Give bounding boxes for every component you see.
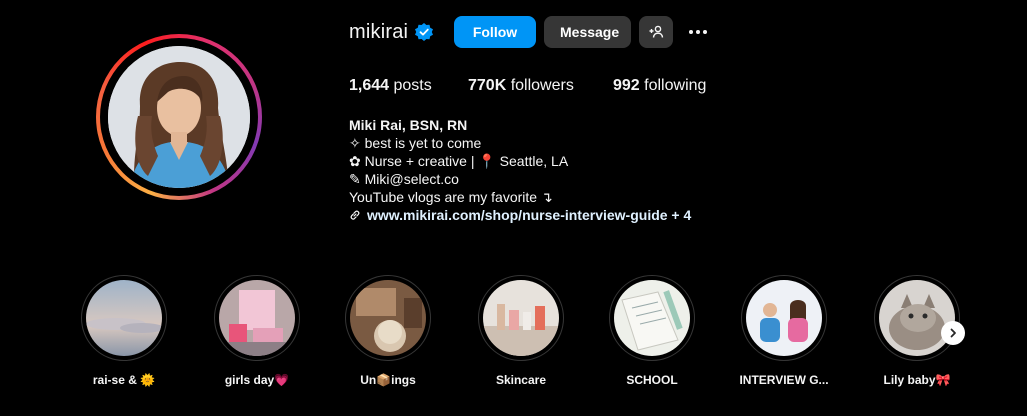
highlight-ring [741,275,827,361]
posts-count: 1,644 [349,77,390,94]
bio-link-row[interactable]: www.mikirai.com/shop/nurse-interview-gui… [349,206,691,224]
add-user-icon [649,25,664,38]
dot [696,30,700,34]
link-icon [350,210,360,220]
highlight-label: Lily baby🎀 [883,373,951,387]
bio: Miki Rai, BSN, RN ✧ best is yet to come … [349,116,691,224]
highlight-item[interactable]: girls day💗 [214,275,300,387]
highlight-label: Skincare [495,373,547,387]
highlight-item[interactable]: Skincare [478,275,564,387]
username: mikirai [349,20,409,43]
followers-label: followers [510,77,574,94]
highlight-ring [81,275,167,361]
profile-photo [108,46,250,188]
highlight-ring [214,275,300,361]
profile-header: mikirai [349,16,434,48]
highlight-item[interactable]: SCHOOL [609,275,695,387]
bio-link[interactable]: www.mikirai.com/shop/nurse-interview-gui… [367,207,691,223]
bio-line: ✎ Miki@select.co [349,171,459,187]
highlight-cover [483,280,559,356]
more-horizontal-icon [689,30,693,34]
highlight-ring [478,275,564,361]
profile-avatar-ring[interactable] [96,34,262,200]
posts-stat: 1,644 posts [349,77,432,95]
highlight-cover [614,280,690,356]
highlight-item[interactable]: Un📦ings [345,275,431,387]
highlight-cover [350,280,426,356]
bio-line: YouTube vlogs are my favorite ↴ [349,189,553,205]
highlight-label: SCHOOL [626,373,678,387]
highlight-item[interactable]: Lily baby🎀 [874,275,960,387]
following-stat[interactable]: 992 following [613,77,706,95]
highlight-item[interactable]: rai-se & 🌞 [81,275,167,387]
bio-line: ✿ Nurse + creative | 📍 Seattle, LA [349,153,569,169]
highlight-label: rai-se & 🌞 [92,373,156,387]
followers-stat[interactable]: 770K followers [468,77,574,95]
more-options-button[interactable] [684,16,712,48]
following-count: 992 [613,77,640,94]
highlight-label: Un📦ings [360,373,416,387]
following-label: following [644,77,707,94]
highlights-next-button[interactable] [941,321,965,345]
highlight-ring [874,275,960,361]
posts-label: posts [393,77,432,94]
message-button[interactable]: Message [544,16,631,48]
highlight-item[interactable]: INTERVIEW G... [739,275,829,387]
highlight-label: INTERVIEW G... [739,373,829,387]
highlight-ring [609,275,695,361]
followers-count: 770K [468,77,507,94]
highlight-cover [746,280,822,356]
highlight-ring [345,275,431,361]
highlight-cover [879,280,955,356]
chevron-right-icon [950,328,956,338]
avatar[interactable] [108,46,250,188]
highlight-label: girls day💗 [224,373,290,387]
highlight-cover [219,280,295,356]
highlight-cover [86,280,162,356]
verified-badge-icon [415,23,434,41]
bio-line: ✧ best is yet to come [349,135,482,151]
full-name: Miki Rai, BSN, RN [349,117,468,133]
follow-button[interactable]: Follow [454,16,536,48]
add-user-button[interactable] [639,16,673,48]
dot [703,30,707,34]
